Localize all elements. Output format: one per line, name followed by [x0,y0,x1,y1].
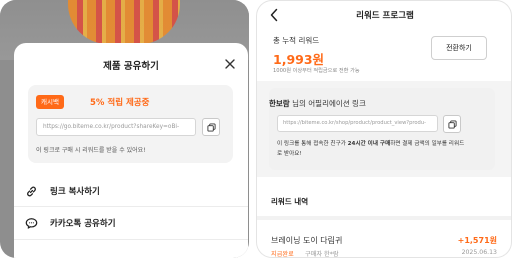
history-buyer: 구매자 한*람 [305,251,339,258]
history-date: 2025.06.13 [461,249,497,256]
total-reward-amount: 1,993원 [273,52,325,67]
history-divider [257,216,511,220]
affiliate-description-line2: 로 받아요! [277,151,302,157]
nav-bar: 리워드 프로그램 [257,1,511,29]
convert-button[interactable]: 전환하기 [431,36,487,60]
affiliate-desc-part: 하면 결제 금액의 일부를 리워드 [390,141,465,147]
copy-icon [447,119,457,129]
reward-rate-text: 5% 적립 제공중 [90,98,150,108]
history-product-name: 브레이닝 도이 다림귀 [271,236,343,245]
kakao-share-label: 카카오톡 공유하기 [50,219,116,229]
share-url-field[interactable]: https://go.biteme.co.kr/product?shareKey… [36,118,196,136]
close-icon[interactable] [224,58,236,70]
kakao-share-option[interactable]: 카카오톡 공유하기 [24,208,238,238]
cashback-badge: 캐시백 [36,95,64,109]
product-image [68,0,180,44]
affiliate-title-suffix: 님의 어필리에이션 링크 [289,99,366,108]
total-reward-label: 총 누적 리워드 [273,36,320,45]
reward-program-screen: 리워드 프로그램 총 누적 리워드 1,993원 1000원 이상부터 적립금으… [256,0,512,258]
affiliate-user-name: 한보람 [269,99,290,108]
copy-icon [206,122,216,132]
sheet-title: 제품 공유하기 [103,61,159,72]
share-link-box: 캐시백 5% 적립 제공중 https://go.biteme.co.kr/pr… [28,85,233,163]
kakao-chat-icon [24,216,38,230]
share-bottom-sheet: 제품 공유하기 캐시백 5% 적립 제공중 https://go.biteme.… [14,43,248,258]
affiliate-url-field[interactable]: https://biteme.co.kr/shop/product/produc… [277,115,438,132]
conversion-note: 1000원 이상부터 적립금으로 전환 가능 [273,68,360,74]
copy-url-button[interactable] [202,118,220,136]
affiliate-description-line1: 이 링크를 통해 접속한 친구가 24시간 이내 구매하면 결제 금액의 일부를… [277,139,464,147]
link-icon [24,184,38,198]
affiliate-desc-part: 이 링크를 통해 접속한 친구가 [277,141,348,147]
option-divider [14,206,248,207]
page-title: 리워드 프로그램 [356,11,414,21]
share-hint-text: 이 링크로 구매 시 리워드를 받을 수 있어요! [36,147,146,154]
copy-link-label: 링크 복사하기 [50,187,100,197]
affiliate-title: 한보람 님의 어필리에이션 링크 [269,98,366,109]
history-status: 지급완료 [271,251,294,258]
reward-history-title: 리워드 내역 [271,197,309,206]
copy-affiliate-url-button[interactable] [443,115,461,133]
option-divider [14,239,248,240]
copy-link-option[interactable]: 링크 복사하기 [24,176,238,206]
sheet-header: 제품 공유하기 [14,43,248,83]
affiliate-desc-highlight: 24시간 이내 구매 [347,141,391,147]
share-screen: 제품 공유하기 캐시백 5% 적립 제공중 https://go.biteme.… [0,0,249,258]
history-amount: +1,571원 [457,236,497,245]
